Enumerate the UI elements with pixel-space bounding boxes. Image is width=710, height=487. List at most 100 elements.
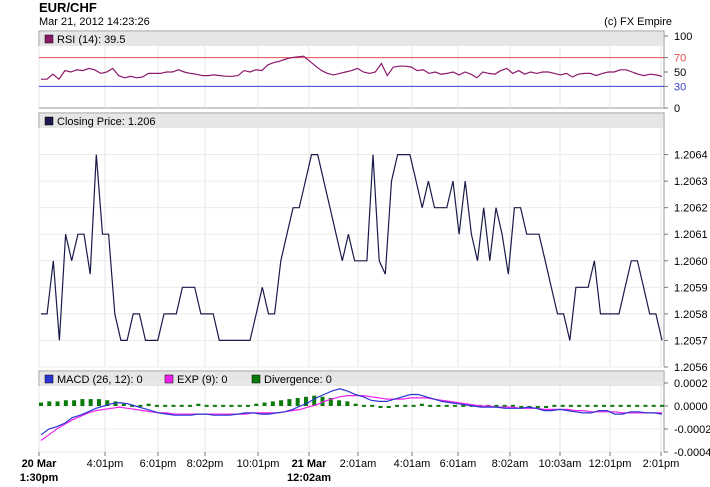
- xtick-label: 20 Mar: [22, 458, 58, 470]
- divergence-bar: [635, 404, 640, 407]
- xtick-label: 6:01pm: [140, 458, 177, 470]
- divergence-bar: [568, 404, 573, 407]
- xtick-label: 6:01am: [440, 458, 477, 470]
- divergence-bar: [221, 404, 226, 407]
- divergence-bar: [444, 404, 449, 407]
- price-ytick-label: 1.2056: [674, 362, 708, 374]
- price-ytick-label: 1.2063: [674, 176, 708, 188]
- xtick-sublabel: 1:30pm: [20, 472, 59, 484]
- divergence-bar: [204, 404, 209, 407]
- divergence-bar: [602, 404, 607, 407]
- divergence-bar: [651, 404, 656, 407]
- rsi-ytick-label: 0: [674, 103, 680, 115]
- macd-legend-swatch: [44, 374, 54, 384]
- macd-legend-label: EXP (9): 0: [177, 374, 228, 386]
- divergence-bar: [88, 399, 93, 406]
- divergence-bar: [361, 404, 366, 407]
- divergence-bar: [395, 404, 400, 407]
- macd-ytick-label: 0.0000: [674, 401, 708, 413]
- divergence-bar: [626, 404, 631, 407]
- rsi-legend-label: RSI (14): 39.5: [57, 34, 125, 46]
- divergence-bar: [287, 399, 292, 406]
- divergence-bar: [171, 404, 176, 407]
- divergence-bar: [80, 399, 85, 406]
- price-ytick-label: 1.2059: [674, 282, 708, 294]
- macd-ytick-label: 0.0002: [674, 378, 708, 390]
- divergence-bar: [212, 404, 217, 407]
- price-panel-frame: [38, 112, 665, 368]
- divergence-bar: [163, 404, 168, 407]
- chart-canvas: 100 70 50 30 0 RSI (14): 39.5 1.2064 1.2063 1.20…: [20, 30, 710, 484]
- xtick-label: 21 Mar: [292, 458, 328, 470]
- xtick-label: 4:01pm: [87, 458, 124, 470]
- divergence-bar: [279, 400, 284, 406]
- divergence-bar: [378, 406, 383, 408]
- divergence-bar: [254, 403, 259, 406]
- rsi-panel-header: [40, 32, 663, 46]
- rsi-ytick-label: 50: [674, 67, 686, 79]
- divergence-bar: [237, 404, 242, 407]
- divergence-bar: [188, 404, 193, 407]
- price-ytick-label: 1.2062: [674, 203, 708, 215]
- macd-legend-swatch: [251, 374, 261, 384]
- divergence-bar: [386, 406, 391, 408]
- divergence-bar: [618, 404, 623, 407]
- macd-legend-label: Divergence: 0: [264, 374, 332, 386]
- price-ytick-label: 1.2064: [674, 150, 708, 162]
- xtick-label: 10:01pm: [237, 458, 280, 470]
- rsi-ytick-label: 70: [674, 53, 686, 65]
- divergence-bar: [337, 400, 342, 406]
- divergence-bar: [660, 404, 664, 407]
- divergence-bar: [411, 404, 416, 407]
- divergence-bar: [353, 403, 358, 406]
- price-ytick-label: 1.2061: [674, 229, 708, 241]
- xtick-label: 12:01pm: [589, 458, 632, 470]
- divergence-bar: [610, 404, 615, 407]
- divergence-bar: [121, 403, 126, 406]
- divergence-bar: [370, 404, 375, 407]
- divergence-bar: [96, 399, 101, 406]
- macd-ytick-label: -0.0002: [674, 424, 710, 436]
- xtick-label: 8:02pm: [187, 458, 224, 470]
- macd-legend-swatch: [164, 374, 174, 384]
- divergence-bar: [436, 404, 441, 407]
- xtick-label: 2:01pm: [643, 458, 680, 470]
- divergence-bar: [179, 404, 184, 407]
- divergence-bar: [39, 402, 43, 406]
- divergence-bar: [47, 401, 52, 406]
- divergence-bar: [196, 403, 201, 406]
- divergence-bar: [552, 404, 557, 407]
- divergence-bar: [72, 400, 77, 406]
- divergence-bar: [246, 404, 250, 407]
- price-ytick-label: 1.2057: [674, 335, 708, 347]
- divergence-bar: [419, 403, 424, 406]
- divergence-bar: [593, 404, 598, 407]
- xtick-label: 2:01am: [340, 458, 377, 470]
- xtick-label: 8:02am: [492, 458, 529, 470]
- divergence-bar: [428, 404, 433, 407]
- divergence-bar: [146, 403, 151, 406]
- divergence-bar: [262, 402, 267, 406]
- rsi-legend-swatch: [44, 34, 54, 44]
- rsi-ytick-label: 100: [674, 31, 692, 43]
- divergence-bar: [643, 404, 648, 407]
- macd-legend-label: MACD (26, 12): 0: [57, 374, 143, 386]
- price-legend-label: Closing Price: 1.206: [57, 116, 155, 128]
- divergence-bar: [403, 404, 408, 407]
- xtick-label: 10:03am: [539, 458, 582, 470]
- macd-ytick-label: -0.0004: [674, 447, 710, 459]
- price-ytick-label: 1.2060: [674, 256, 708, 268]
- divergence-bar: [453, 404, 457, 407]
- divergence-bar: [154, 404, 159, 407]
- divergence-bar: [345, 401, 350, 406]
- divergence-bar: [544, 406, 549, 408]
- divergence-bar: [585, 404, 590, 407]
- divergence-bar: [560, 404, 565, 407]
- divergence-bar: [295, 397, 300, 406]
- divergence-bar: [55, 401, 60, 406]
- xtick-label: 4:01am: [394, 458, 431, 470]
- divergence-bar: [63, 400, 68, 406]
- divergence-bar: [229, 404, 234, 407]
- price-legend-swatch: [44, 116, 54, 126]
- divergence-bar: [535, 406, 540, 408]
